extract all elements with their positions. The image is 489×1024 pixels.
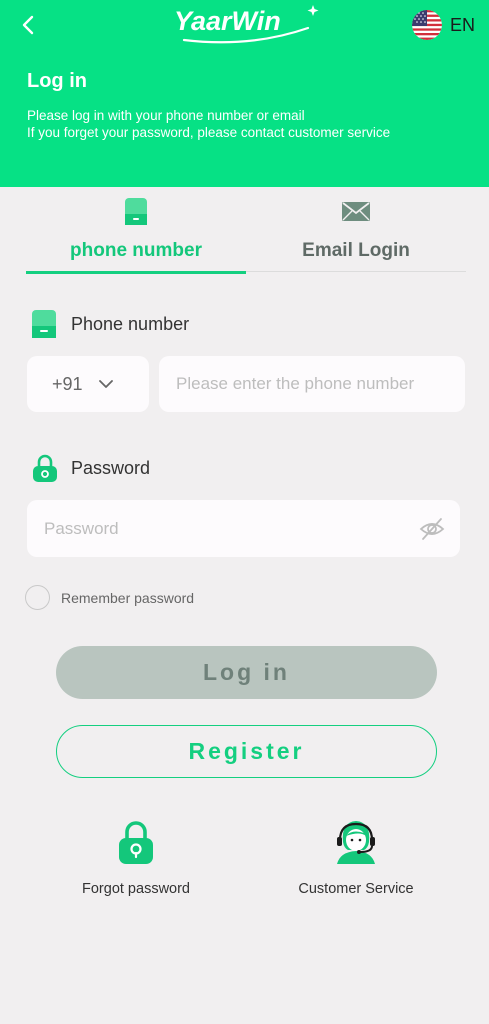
forgot-password-link[interactable]: Forgot password [46,818,226,897]
customer-service-label: Customer Service [298,881,414,897]
remember-password-radio[interactable] [25,585,50,610]
active-tab-indicator [26,271,246,274]
customer-service-link[interactable]: Customer Service [266,818,446,897]
language-selector[interactable]: EN [412,10,475,40]
password-input[interactable] [44,500,391,557]
register-button[interactable]: Register [56,725,437,778]
lock-icon [119,821,153,864]
chevron-down-icon [98,380,113,388]
login-button[interactable]: Log in [56,646,437,699]
tab-phone-label: phone number [70,240,202,261]
phone-number-label: Phone number [71,313,190,334]
phone-number-input[interactable] [176,356,421,412]
remember-password-toggle[interactable]: Remember password [25,585,194,610]
tab-email-label: Email Login [302,240,410,261]
password-label-row: Password [30,453,150,483]
page-title: Log in [27,70,87,92]
svg-text:YaarWin: YaarWin [174,6,281,36]
eye-off-icon[interactable] [419,516,445,542]
logo: YaarWin [174,5,319,44]
lock-icon [33,454,57,482]
phone-icon [125,198,147,225]
headset-agent-icon [337,821,375,864]
page-subtitle-line1: Please log in with your phone number or … [27,108,305,123]
envelope-icon [342,202,370,221]
phone-number-label-row: Phone number [30,309,189,339]
header: YaarWin EN Log in Please log in with you… [0,0,489,187]
password-label: Password [71,457,151,478]
us-flag-icon [412,10,442,40]
remember-password-label: Remember password [61,589,195,606]
login-method-tabs: phone number Email Login [26,190,466,274]
country-code-select[interactable]: +91 [27,356,149,412]
page-subtitle-line2: If you forget your password, please cont… [27,125,391,140]
tab-phone-number[interactable]: phone number [26,190,246,274]
phone-number-input-box [159,356,465,412]
tab-email-login[interactable]: Email Login [246,190,466,272]
phone-icon [32,310,56,338]
password-input-box [27,500,460,557]
language-label: EN [450,14,476,35]
chevron-left-icon[interactable] [16,12,42,38]
country-code-value: +91 [52,373,83,394]
forgot-password-label: Forgot password [82,881,190,897]
